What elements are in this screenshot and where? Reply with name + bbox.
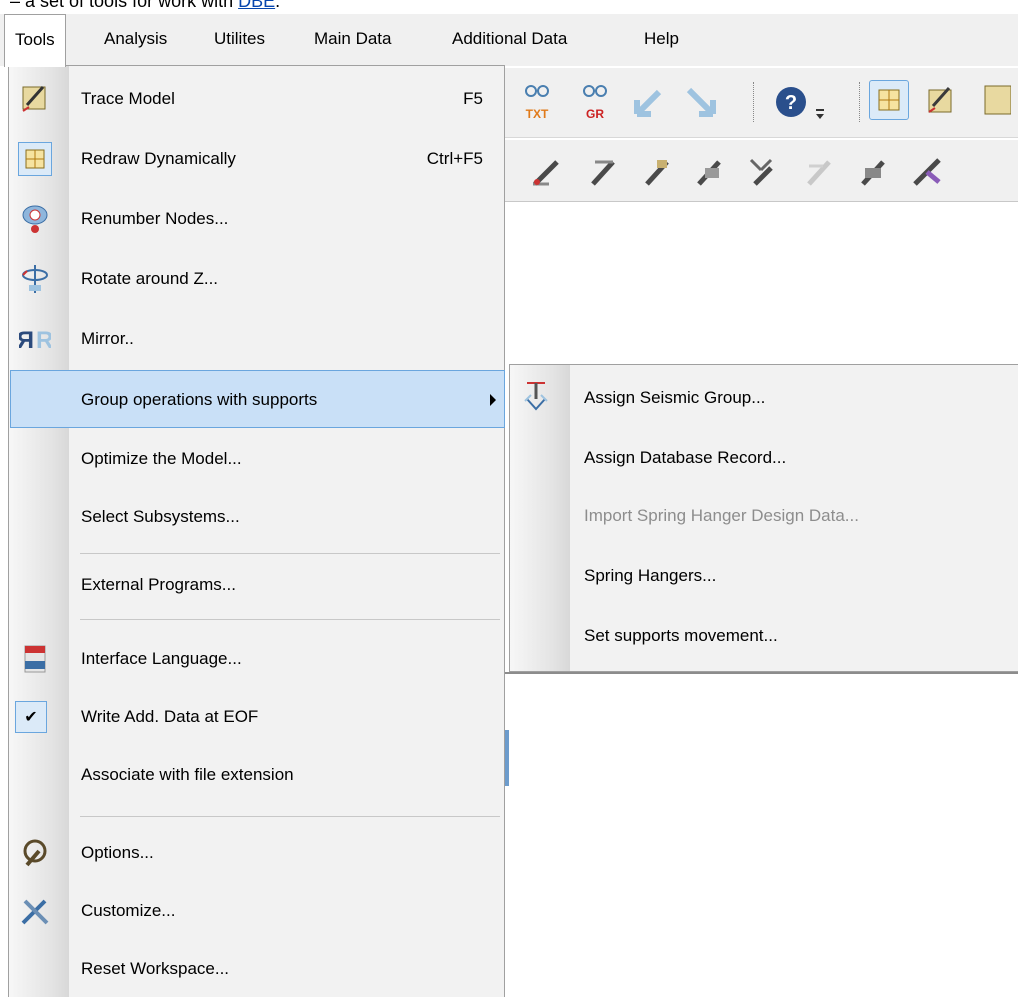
shortcut-text: Ctrl+F5	[426, 149, 483, 168]
check-box: ✔	[15, 701, 47, 733]
renumber-nodes-icon	[18, 202, 52, 236]
menu-main-data[interactable]: Main Data	[304, 14, 401, 66]
menu-item-label: Trace Model	[81, 89, 175, 108]
caption-suffix: .	[275, 0, 281, 11]
submenu-item-label: Assign Seismic Group...	[584, 388, 766, 407]
menu-item-label: Optimize the Model...	[81, 449, 242, 468]
shortcut-text: F5	[463, 89, 483, 108]
submenu-item-label: Assign Database Record...	[584, 448, 787, 467]
gr-export-icon[interactable]: GR	[577, 82, 613, 121]
notebook-icon[interactable]	[981, 82, 1012, 118]
menu-item-interface-language[interactable]: Interface Language...	[10, 630, 505, 688]
submenu-item-label: Spring Hangers...	[584, 566, 717, 585]
submenu-item-assign-seismic-group[interactable]: Assign Seismic Group...	[511, 369, 1018, 427]
menu-item-label: Redraw Dynamically	[81, 149, 236, 168]
trace-model-icon	[18, 82, 52, 116]
menu-item-label: Associate with file extension	[81, 765, 294, 784]
menu-item-redraw-dynamically[interactable]: Redraw Dynamically Ctrl+F5	[10, 130, 505, 188]
menu-item-label: External Programs...	[81, 575, 236, 594]
menu-bar: Tools Analysis Utilites Main Data Additi…	[0, 14, 1018, 67]
redraw-toggle-icon[interactable]	[869, 80, 909, 120]
valve-tool-icon[interactable]	[639, 154, 675, 190]
help-glyph: ?	[785, 92, 797, 114]
menu-item-label: Select Subsystems...	[81, 507, 240, 526]
submenu-item-spring-hangers[interactable]: Spring Hangers...	[511, 547, 1018, 605]
svg-text:R: R	[19, 327, 34, 354]
customize-icon	[18, 894, 52, 928]
txt-export-icon[interactable]: TXT	[519, 82, 555, 121]
flange-tool-icon[interactable]	[691, 154, 727, 190]
menu-item-customize[interactable]: Customize...	[10, 882, 505, 940]
submenu-item-set-supports-movement[interactable]: Set supports movement...	[511, 607, 1018, 665]
menu-item-group-operations[interactable]: Group operations with supports	[10, 370, 505, 428]
toolbar-separator	[753, 82, 755, 122]
toolbar-row-2	[505, 140, 1018, 202]
gr-badge: GR	[586, 107, 604, 121]
rotate-icon	[18, 262, 52, 296]
scroll-edge	[505, 730, 509, 786]
menu-separator	[80, 619, 500, 620]
options-icon	[18, 836, 52, 870]
seismic-group-icon	[519, 379, 553, 413]
language-icon	[18, 642, 52, 676]
menu-item-label: Options...	[81, 843, 154, 862]
menu-item-label: Write Add. Data at EOF	[81, 707, 259, 726]
trace-model-toolbar-icon[interactable]	[923, 82, 959, 118]
menu-item-mirror[interactable]: RR Mirror..	[10, 310, 505, 368]
txt-badge: TXT	[526, 107, 549, 121]
caption-prefix: – a set of tools for work with	[10, 0, 239, 11]
menu-item-options[interactable]: Options...	[10, 824, 505, 882]
menu-item-external-programs[interactable]: External Programs...	[10, 556, 505, 614]
group-operations-submenu: Assign Seismic Group... Assign Database …	[509, 364, 1018, 672]
tools-menu: Trace Model F5 Redraw Dynamically Ctrl+F…	[8, 65, 505, 997]
dbe-link[interactable]: DBE	[238, 0, 275, 11]
submenu-item-assign-database-record[interactable]: Assign Database Record...	[511, 429, 1018, 487]
menu-item-label: Interface Language...	[81, 649, 242, 668]
import-arrow-icon[interactable]	[633, 84, 669, 120]
submenu-item-label: Set supports movement...	[584, 626, 778, 645]
menu-help[interactable]: Help	[634, 14, 689, 66]
menu-item-label: Customize...	[81, 901, 176, 920]
disabled-tool-icon[interactable]	[801, 154, 837, 190]
help-icon[interactable]: ?	[773, 84, 809, 120]
menu-item-trace-model[interactable]: Trace Model F5	[10, 70, 505, 128]
menu-item-label: Reset Workspace...	[81, 959, 230, 978]
export-arrow-icon[interactable]	[683, 84, 719, 120]
bend-tool-icon[interactable]	[585, 154, 621, 190]
menu-separator	[80, 553, 500, 554]
submenu-arrow-icon	[490, 394, 496, 406]
redraw-icon	[18, 142, 52, 176]
menu-item-write-add-data[interactable]: ✔ Write Add. Data at EOF	[10, 688, 505, 746]
support-tool-icon[interactable]	[745, 154, 781, 190]
menu-item-associate-extension[interactable]: Associate with file extension	[10, 746, 505, 804]
submenu-item-label: Import Spring Hanger Design Data...	[584, 506, 859, 525]
pipe-tool-icon[interactable]	[529, 154, 565, 190]
menu-item-rotate-around-z[interactable]: Rotate around Z...	[10, 250, 505, 308]
menu-item-optimize-model[interactable]: Optimize the Model...	[10, 430, 505, 488]
menu-separator	[80, 816, 500, 817]
menu-item-renumber-nodes[interactable]: Renumber Nodes...	[10, 190, 505, 248]
menu-item-label: Mirror..	[81, 329, 134, 348]
svg-text:R: R	[36, 327, 51, 354]
menu-item-select-subsystems[interactable]: Select Subsystems...	[10, 488, 505, 546]
menu-item-label: Rotate around Z...	[81, 269, 219, 288]
toolbar-row-1: TXT GR ?	[505, 68, 1018, 138]
doc-caption: – a set of tools for work with DBE.	[0, 0, 1018, 14]
menu-item-label: Renumber Nodes...	[81, 209, 229, 228]
checkmark-icon: ✔	[14, 700, 48, 734]
menu-item-reset-workspace[interactable]: Reset Workspace...	[10, 940, 505, 997]
menu-tools[interactable]: Tools	[4, 14, 66, 67]
menu-analysis[interactable]: Analysis	[94, 14, 177, 66]
reducer-tool-icon[interactable]	[855, 154, 891, 190]
toolbar-overflow-icon[interactable]	[815, 106, 825, 120]
tee-tool-icon[interactable]	[909, 154, 945, 190]
menu-utilites[interactable]: Utilites	[204, 14, 275, 66]
submenu-item-import-spring-hanger: Import Spring Hanger Design Data...	[511, 487, 1018, 545]
menu-item-label: Group operations with supports	[81, 390, 318, 409]
toolbar-separator	[859, 82, 861, 122]
mirror-icon: RR	[18, 322, 52, 356]
window-divider	[505, 672, 1018, 674]
menu-additional-data[interactable]: Additional Data	[442, 14, 577, 66]
